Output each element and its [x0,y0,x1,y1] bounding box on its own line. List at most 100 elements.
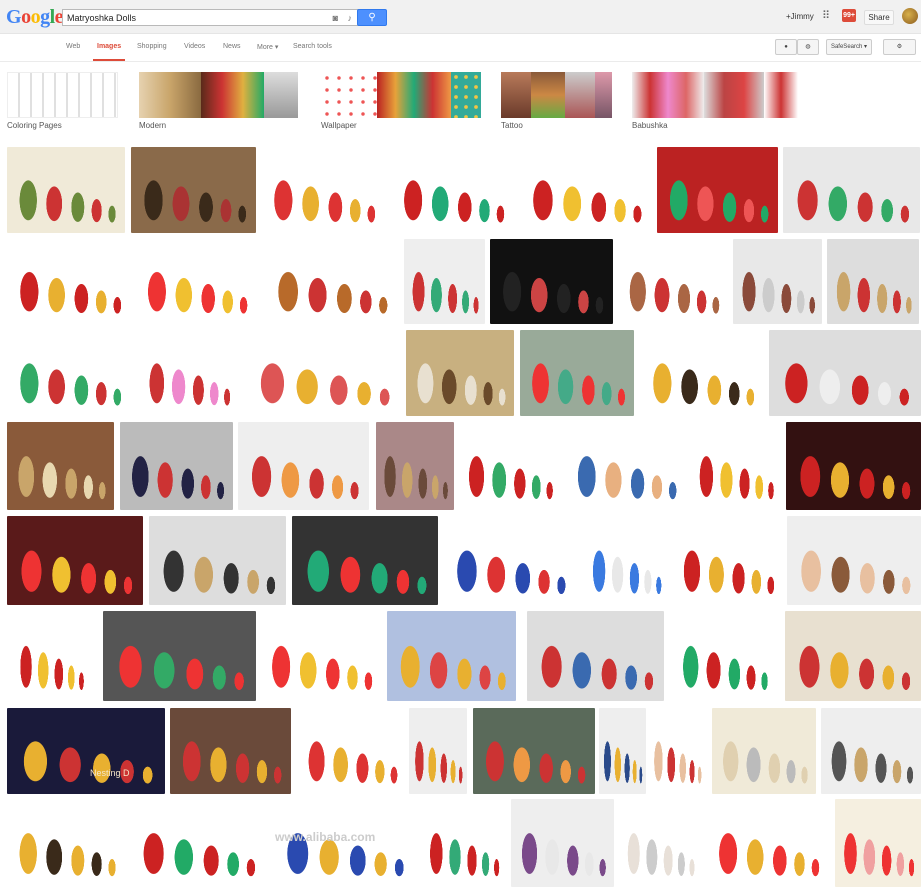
image-result-thumbnail[interactable] [657,147,778,233]
image-result-thumbnail[interactable] [409,708,467,794]
related-thumb [501,72,531,118]
camera-icon[interactable]: ◙ [333,12,338,24]
image-result-thumbnail[interactable] [259,611,382,701]
image-result-thumbnail[interactable] [131,147,256,233]
related-search-coloring-pages[interactable]: Coloring Pages [7,72,118,130]
related-thumb [377,72,451,118]
image-result-thumbnail[interactable] [787,516,921,605]
image-result-thumbnail[interactable] [391,147,514,233]
tab-images[interactable]: Images [92,43,126,61]
image-result-thumbnail[interactable] [129,799,266,887]
tab-shopping[interactable]: Shopping [137,43,167,50]
image-result-thumbnail[interactable] [7,708,165,794]
image-result-thumbnail[interactable] [672,516,783,605]
hide-personal-results-button[interactable]: ◍ [797,39,819,55]
image-result-thumbnail[interactable] [261,147,385,233]
google-logo[interactable]: Google [6,6,64,29]
related-search-babushka[interactable]: Babushka [632,72,798,130]
image-result-thumbnail[interactable] [473,708,595,794]
image-result-thumbnail[interactable] [827,239,919,324]
image-result-thumbnail[interactable] [292,516,438,605]
image-result-thumbnail[interactable] [297,708,406,794]
image-result-thumbnail[interactable] [821,708,921,794]
image-result-thumbnail[interactable] [404,239,485,324]
tab-more[interactable]: More ▾ [257,43,278,51]
search-input[interactable]: Matryoshka Dolls ◙ ♪ [62,9,359,26]
tab-videos[interactable]: Videos [184,43,205,50]
search-icon: ⚲ [368,12,376,23]
image-result-thumbnail[interactable] [527,611,664,701]
image-result-thumbnail[interactable] [7,799,125,887]
image-result-thumbnail[interactable] [7,516,143,605]
image-result-thumbnail[interactable] [458,422,561,510]
related-thumb [139,72,201,118]
image-result-thumbnail[interactable] [511,799,614,887]
image-result-thumbnail[interactable] [135,239,257,324]
user-link[interactable]: +Jimmy [786,12,814,21]
image-result-thumbnail[interactable] [7,330,131,416]
image-result-thumbnail[interactable] [490,239,613,324]
personal-results-button[interactable]: ● [775,39,797,55]
image-result-thumbnail[interactable] [170,708,291,794]
image-result-thumbnail[interactable] [244,330,402,416]
image-result-thumbnail[interactable] [733,239,822,324]
image-result-thumbnail[interactable] [599,708,646,794]
share-button[interactable]: Share [864,10,894,25]
image-result-thumbnail[interactable] [519,147,652,233]
image-result-thumbnail[interactable] [769,330,921,416]
image-result-thumbnail[interactable] [706,799,829,887]
related-label: Modern [139,121,167,130]
image-result-thumbnail[interactable] [149,516,286,605]
image-result-thumbnail[interactable] [690,422,781,510]
apps-grid-icon[interactable]: ⠿ [822,10,834,22]
related-thumb [321,72,377,118]
image-result-thumbnail[interactable] [376,422,454,510]
related-label: Wallpaper [321,121,357,130]
image-result-thumbnail[interactable] [835,799,921,887]
image-result-thumbnail[interactable] [7,147,125,233]
logo-letter: g [40,6,50,28]
image-result-thumbnail[interactable] [648,708,706,794]
image-result-thumbnail[interactable] [619,799,701,887]
related-thumb [531,72,565,118]
image-result-thumbnail[interactable] [7,422,114,510]
watermark-text: www.alibaba.com [275,830,376,844]
related-thumb [704,72,764,118]
image-result-thumbnail[interactable] [421,799,506,887]
image-result-thumbnail[interactable] [520,330,634,416]
image-result-thumbnail[interactable] [640,330,764,416]
microphone-icon[interactable]: ♪ [348,12,353,24]
related-label: Tattoo [501,121,523,130]
search-button[interactable]: ⚲ [357,9,387,26]
image-result-thumbnail[interactable] [783,147,920,233]
safesearch-dropdown[interactable]: SafeSearch ▾ [826,39,872,55]
image-result-thumbnail[interactable] [238,422,369,510]
image-result-thumbnail[interactable] [443,516,576,605]
related-search-wallpaper[interactable]: Wallpaper [321,72,481,130]
image-result-thumbnail[interactable] [618,239,728,324]
watermark-text: Nesting D [90,768,130,778]
globe-icon: ◍ [805,44,811,50]
related-search-tattoo[interactable]: Tattoo [501,72,612,130]
image-result-thumbnail[interactable] [103,611,256,701]
image-result-thumbnail[interactable] [387,611,516,701]
tab-search-tools[interactable]: Search tools [293,43,332,50]
notifications-badge[interactable]: 99+ [842,9,856,22]
tab-news[interactable]: News [223,43,241,50]
tab-web[interactable]: Web [66,43,80,50]
image-result-thumbnail[interactable] [786,422,921,510]
image-result-thumbnail[interactable] [139,330,238,416]
image-result-thumbnail[interactable] [120,422,233,510]
image-result-thumbnail[interactable] [584,516,668,605]
settings-button[interactable]: ⚙ [883,39,916,55]
avatar[interactable] [902,8,918,24]
image-result-thumbnail[interactable] [406,330,514,416]
related-search-modern[interactable]: Modern [139,72,298,130]
image-result-thumbnail[interactable] [672,611,776,701]
image-result-thumbnail[interactable] [264,239,398,324]
image-result-thumbnail[interactable] [565,422,686,510]
image-result-thumbnail[interactable] [712,708,816,794]
image-result-thumbnail[interactable] [785,611,921,701]
image-result-thumbnail[interactable] [7,239,131,324]
image-result-thumbnail[interactable] [12,611,90,701]
